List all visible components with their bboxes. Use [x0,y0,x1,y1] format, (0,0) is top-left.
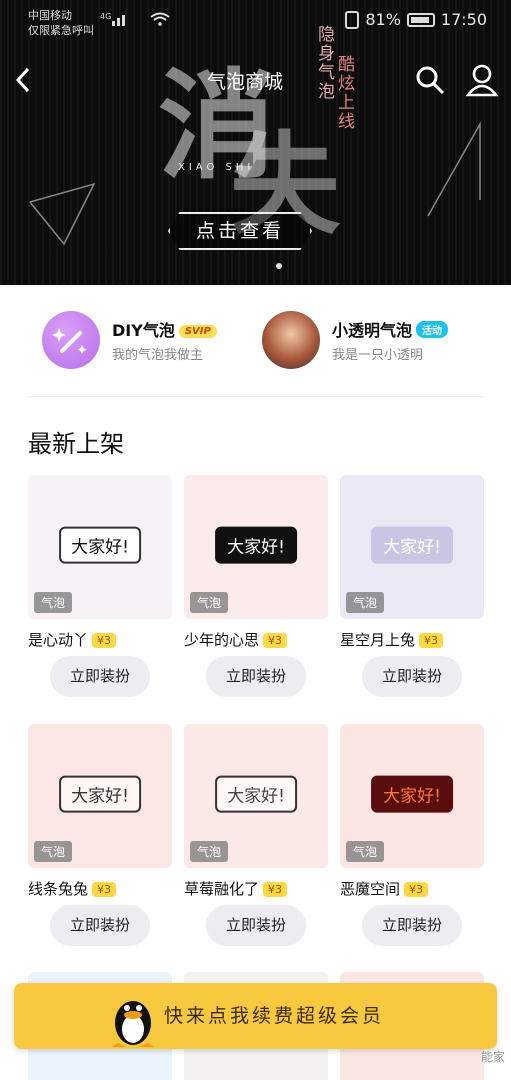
item-price: ¥3 [92,633,117,648]
item-name-row: 线条兔兔 ¥3 [28,878,117,899]
item-card: 大家好! 气泡草莓融化了 ¥3 立即装扮 [184,724,328,946]
item-card: 大家好! 气泡是心动丫 ¥3 立即装扮 [28,475,172,697]
item-name-row: 草莓融化了 ¥3 [184,878,288,899]
item-type-badge: 气泡 [190,841,229,862]
decor-triangle-icon [29,182,96,246]
banner-view-button[interactable]: 点击查看 [168,212,312,250]
svip-badge: SVIP [178,325,217,338]
item-type-badge: 气泡 [346,592,385,613]
bubble-preview: 大家好! [371,526,453,564]
carrier-name: 中国移动 [28,9,72,22]
apply-now-button[interactable]: 立即装扮 [206,656,306,697]
item-price: ¥3 [263,882,288,897]
battery-percent: 81% [365,10,401,29]
item-name-row: 星空月上兔 ¥3 [340,629,444,650]
bubble-preview: 大家好! [59,775,141,813]
renew-svip-banner[interactable]: 快来点我续费超级会员 [14,983,497,1049]
item-name-row: 是心动丫 ¥3 [28,629,117,650]
top-nav: 气泡商城 [0,55,511,105]
item-name-row: 恶魔空间 ¥3 [340,878,429,899]
apply-now-button[interactable]: 立即装扮 [362,905,462,946]
item-type-badge: 气泡 [34,592,73,613]
item-type-badge: 气泡 [190,592,229,613]
feature-subtitle: 我是一只小透明 [332,348,424,363]
decor-triangle-icon [427,121,481,217]
apply-now-button[interactable]: 立即装扮 [362,656,462,697]
feature-entries: DIY气泡 SVIP 我的气泡我做主 小透明气泡 活动 我是一只小透明 [0,285,511,397]
item-card: 大家好! 气泡星空月上兔 ¥3 立即装扮 [340,475,484,697]
divider [28,396,483,397]
item-thumbnail[interactable]: 大家好! 气泡 [28,475,172,619]
item-thumbnail[interactable]: 大家好! 气泡 [184,724,328,868]
item-price: ¥3 [92,882,117,897]
apply-now-button[interactable]: 立即装扮 [50,905,150,946]
transparent-bubble-entry[interactable]: 小透明气泡 活动 我是一只小透明 [262,311,492,371]
emergency-text: 仅限紧急呼叫 [28,24,94,37]
item-card: 大家好! 气泡线条兔兔 ¥3 立即装扮 [28,724,172,946]
carrier-info: 中国移动 仅限紧急呼叫 [28,8,94,38]
bubble-preview: 大家好! [59,526,141,564]
apply-now-button[interactable]: 立即装扮 [206,905,306,946]
transparent-bubble-icon [262,311,320,369]
bubble-preview: 大家好! [371,775,453,813]
promo-text: 快来点我续费超级会员 [164,1005,385,1027]
feature-title: DIY气泡 [112,321,175,340]
item-thumbnail[interactable]: 大家好! 气泡 [28,724,172,868]
wifi-icon [150,12,170,26]
item-name: 少年的心思 [184,631,260,649]
page-title: 气泡商城 [207,71,284,93]
item-name: 线条兔兔 [28,880,89,898]
item-name: 星空月上兔 [340,631,416,649]
bubble-preview: 大家好! [215,526,297,564]
feature-subtitle: 我的气泡我做主 [112,348,204,363]
item-price: ¥3 [263,633,288,648]
magic-wand-icon [42,311,100,369]
item-type-badge: 气泡 [34,841,73,862]
diy-bubble-entry[interactable]: DIY气泡 SVIP 我的气泡我做主 [42,311,252,371]
item-card: 大家好! 气泡恶魔空间 ¥3 立即装扮 [340,724,484,946]
item-card: 大家好! 气泡少年的心思 ¥3 立即装扮 [184,475,328,697]
item-thumbnail[interactable]: 大家好! 气泡 [340,724,484,868]
event-badge: 活动 [416,321,449,338]
battery-icon [406,12,435,27]
section-title: 最新上架 [28,430,124,458]
signal-icon [108,12,128,26]
watermark-text: 能家 [480,1050,505,1064]
bubble-preview: 大家好! [215,775,297,813]
banner[interactable]: 中国移动 仅限紧急呼叫 4G 81% 17:50 消 失 隐身气泡 酷炫上线 X… [0,0,511,285]
feature-title: 小透明气泡 [332,321,413,340]
banner-pinyin: XIAO SHI [178,162,255,173]
item-name: 恶魔空间 [340,880,401,898]
qq-penguin-icon [112,1001,154,1047]
profile-icon[interactable] [465,63,499,97]
apply-now-button[interactable]: 立即装扮 [50,656,150,697]
carousel-indicator [276,263,282,269]
item-name: 草莓融化了 [184,880,260,898]
item-type-badge: 气泡 [346,841,385,862]
vibrate-icon [345,10,360,29]
item-name: 是心动丫 [28,631,89,649]
item-price: ¥3 [419,633,444,648]
item-thumbnail[interactable]: 大家好! 气泡 [184,475,328,619]
search-icon[interactable] [415,65,445,95]
item-price: ¥3 [404,882,429,897]
clock: 17:50 [440,10,487,29]
item-name-row: 少年的心思 ¥3 [184,629,288,650]
back-icon[interactable] [12,65,36,95]
item-thumbnail[interactable]: 大家好! 气泡 [340,475,484,619]
